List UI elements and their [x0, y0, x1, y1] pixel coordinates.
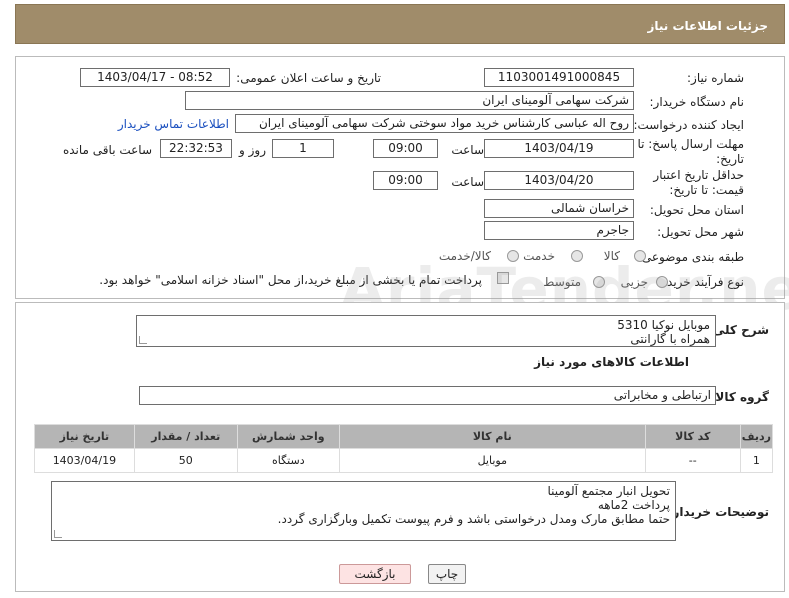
need-number-label: شماره نیاز: [687, 71, 744, 85]
reply-deadline-time-label: ساعت [451, 143, 484, 157]
col-quantity: تعداد / مقدار [133, 424, 238, 449]
goods-group-label: گروه کالا: [710, 390, 769, 404]
back-button[interactable]: بازگشت [339, 564, 411, 584]
purchase-type-label: نوع فرآیند خرید : [659, 275, 744, 289]
cell-row-number: 1 [739, 448, 774, 473]
announce-datetime-field[interactable]: 1403/04/17 - 08:52 [80, 68, 230, 87]
page-title: جزئیات اطلاعات نیاز [647, 19, 768, 33]
cell-need-date: 1403/04/19 [34, 448, 135, 473]
purchase-type-medium-radio[interactable] [593, 276, 605, 288]
requester-label: ایجاد کننده درخواست: [633, 118, 744, 132]
remaining-days-label: روز و [239, 143, 266, 157]
col-goods-name: نام کالا [338, 424, 646, 449]
remaining-time-label: ساعت باقی مانده [62, 143, 152, 157]
buyer-org-field[interactable]: شرکت سهامی آلومینای ایران [185, 91, 634, 110]
table-row[interactable]: 1 -- موبایل دستگاه 50 1403/04/19 [34, 448, 774, 473]
cell-unit: دستگاه [236, 448, 340, 473]
buyer-contact-link[interactable]: اطلاعات تماس خریدار [118, 117, 229, 131]
goods-group-field[interactable]: ارتباطی و مخابراتی [139, 386, 716, 405]
treasury-payment-note: پرداخت تمام یا بخشی از مبلغ خرید،از محل … [99, 273, 482, 287]
purchase-type-minor-label: جزیی [620, 275, 648, 289]
treasury-payment-checkbox[interactable] [497, 272, 509, 284]
goods-table: ردیف کد کالا نام کالا واحد شمارش تعداد /… [34, 424, 774, 473]
city-field[interactable]: جاجرم [484, 221, 634, 240]
remaining-time-field[interactable]: 22:32:53 [160, 139, 232, 158]
remaining-days-field[interactable]: 1 [272, 139, 334, 158]
cell-goods-name: موبایل [338, 448, 646, 473]
buyer-org-label: نام دستگاه خریدار: [649, 95, 745, 109]
category-goods-radio[interactable] [634, 250, 646, 262]
category-service-radio[interactable] [571, 250, 583, 262]
col-need-date: تاریخ نیاز [34, 424, 135, 449]
page-header: جزئیات اطلاعات نیاز [15, 4, 785, 44]
price-validity-time-label: ساعت [451, 175, 484, 189]
cell-goods-code: -- [644, 448, 741, 473]
category-goods-service-label: کالا/خدمت [438, 249, 491, 263]
category-label: طبقه بندی موضوعی: [637, 250, 744, 264]
purchase-type-minor-radio[interactable] [656, 276, 668, 288]
cell-quantity: 50 [133, 448, 238, 473]
buyer-notes-label: توضیحات خریدار: [667, 505, 769, 519]
price-validity-date-field[interactable]: 1403/04/20 [484, 171, 634, 190]
category-goods-label: کالا [603, 249, 620, 263]
col-unit: واحد شمارش [236, 424, 340, 449]
category-service-label: خدمت [523, 249, 555, 263]
print-button[interactable]: چاپ [428, 564, 466, 584]
need-number-field[interactable]: 1103001491000845 [484, 68, 634, 87]
reply-deadline-time-field[interactable]: 09:00 [373, 139, 438, 158]
price-validity-time-field[interactable]: 09:00 [373, 171, 438, 190]
reply-deadline-label: مهلت ارسال پاسخ: تا تاریخ: [637, 137, 744, 166]
requester-field[interactable]: روح اله عباسی کارشناس خرید مواد سوختی شر… [235, 114, 634, 133]
goods-info-title: اطلاعات کالاهای مورد نیاز [534, 355, 689, 369]
purchase-type-medium-label: متوسط [543, 275, 581, 289]
province-field[interactable]: خراسان شمالی [484, 199, 634, 218]
province-label: استان محل تحویل: [649, 203, 744, 217]
buyer-notes-textarea[interactable]: تحویل انبار مجتمع آلومینا پرداخت 2ماهه ح… [51, 481, 676, 541]
announce-datetime-label: تاریخ و ساعت اعلان عمومی: [236, 71, 381, 85]
city-label: شهر محل تحویل: [657, 225, 744, 239]
goods-table-header-row: ردیف کد کالا نام کالا واحد شمارش تعداد /… [34, 424, 774, 449]
col-goods-code: کد کالا [644, 424, 741, 449]
price-validity-label: حداقل تاریخ اعتبار قیمت: تا تاریخ: [653, 168, 744, 197]
category-goods-service-radio[interactable] [507, 250, 519, 262]
col-row-number: ردیف [739, 424, 774, 449]
reply-deadline-date-field[interactable]: 1403/04/19 [484, 139, 634, 158]
summary-textarea[interactable]: موبایل نوکیا 5310 همراه با گارانتی [136, 315, 716, 347]
